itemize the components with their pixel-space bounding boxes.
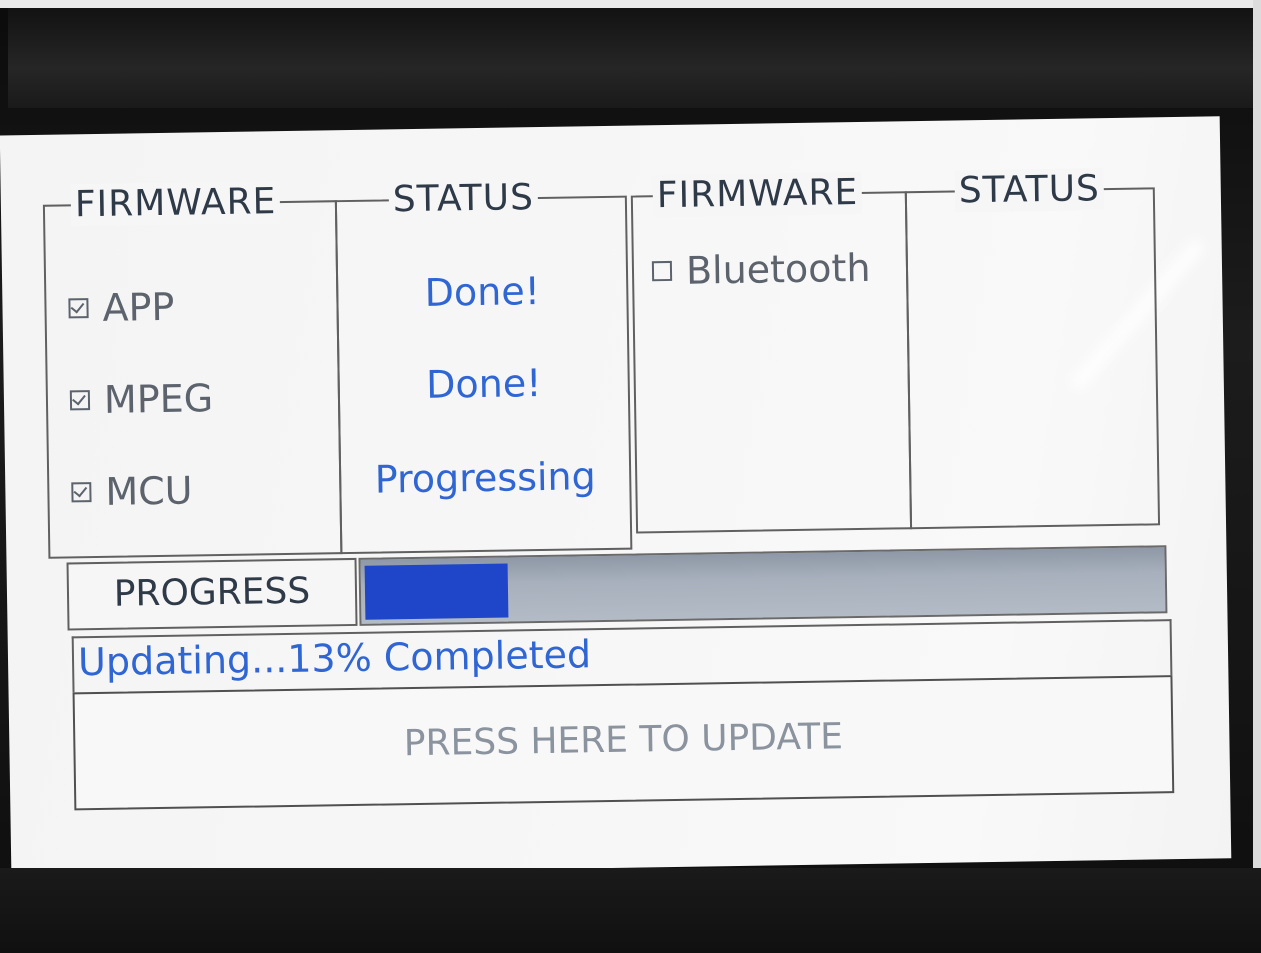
bluetooth-checkbox-icon[interactable] bbox=[651, 260, 673, 281]
status-mcu: Progressing bbox=[374, 454, 597, 502]
mpeg-checkbox-icon[interactable] bbox=[69, 389, 91, 410]
firmware-item-label: MPEG bbox=[103, 376, 214, 422]
device-bezel-bottom bbox=[0, 868, 1261, 953]
firmware-item-label: Bluetooth bbox=[685, 245, 871, 293]
status-bluetooth bbox=[908, 249, 1154, 253]
photo-top-edge bbox=[0, 0, 1261, 8]
device-photo: FIRMWARE APP MPEG MCU STATUS Done! Done!… bbox=[0, 0, 1261, 953]
update-screen: FIRMWARE APP MPEG MCU STATUS Done! Done!… bbox=[0, 116, 1232, 878]
firmware-group-left: FIRMWARE APP MPEG MCU bbox=[42, 181, 343, 559]
photo-right-edge bbox=[1253, 0, 1261, 953]
status-title-left: STATUS bbox=[388, 177, 539, 222]
status-app: Done! bbox=[424, 269, 541, 315]
firmware-item-app[interactable]: APP bbox=[68, 285, 175, 331]
firmware-item-mcu[interactable]: MCU bbox=[71, 468, 193, 514]
status-group-left: STATUS Done! Done! Progressing bbox=[334, 177, 633, 555]
firmware-group-right: FIRMWARE Bluetooth bbox=[630, 171, 913, 534]
status-title-right: STATUS bbox=[954, 168, 1105, 213]
status-mpeg: Done! bbox=[425, 361, 542, 407]
update-button[interactable]: PRESS HERE TO UPDATE bbox=[72, 675, 1175, 811]
mcu-checkbox-icon[interactable] bbox=[71, 481, 92, 502]
device-bezel-top bbox=[8, 8, 1253, 108]
app-checkbox-icon[interactable] bbox=[68, 297, 89, 318]
firmware-item-label: MCU bbox=[105, 468, 193, 514]
firmware-title-right: FIRMWARE bbox=[652, 171, 863, 218]
progress-bar bbox=[358, 545, 1168, 626]
firmware-item-bluetooth[interactable]: Bluetooth bbox=[651, 245, 871, 293]
status-group-right: STATUS bbox=[904, 168, 1161, 530]
firmware-title-left: FIRMWARE bbox=[70, 181, 281, 227]
progress-bar-fill bbox=[364, 563, 509, 620]
firmware-item-label: APP bbox=[102, 284, 175, 330]
progress-label: PROGRESS bbox=[66, 557, 358, 631]
firmware-item-mpeg[interactable]: MPEG bbox=[69, 376, 214, 422]
